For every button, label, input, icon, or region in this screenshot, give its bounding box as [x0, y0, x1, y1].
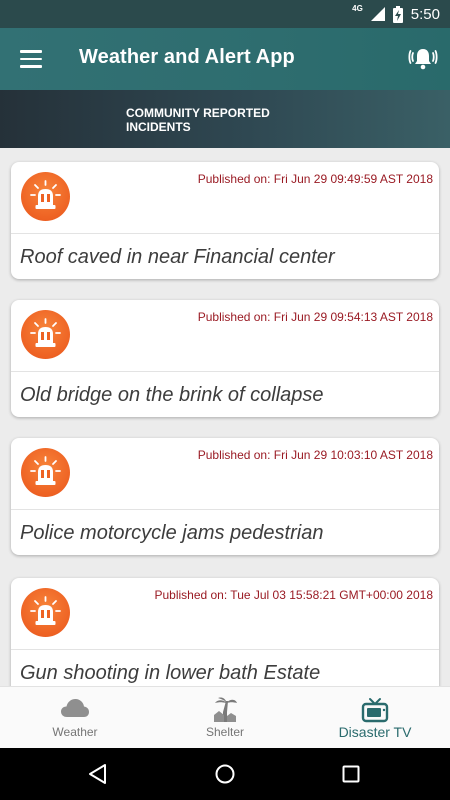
- menu-icon[interactable]: [20, 50, 42, 68]
- incident-card[interactable]: Published on: Fri Jun 29 10:03:10 AST 20…: [11, 438, 439, 555]
- incident-title: Gun shooting in lower bath Estate: [20, 662, 321, 684]
- nav-label: Weather: [52, 725, 98, 739]
- divider: [11, 649, 439, 650]
- home-icon[interactable]: [213, 762, 237, 786]
- divider: [11, 233, 439, 234]
- system-navigation-bar: [0, 748, 450, 800]
- nav-label: Disaster TV: [338, 724, 412, 740]
- nav-item-disaster-tv[interactable]: Disaster TV: [300, 687, 450, 749]
- published-date: Published on: Fri Jun 29 09:54:13 AST 20…: [197, 310, 433, 324]
- app-title: Weather and Alert App: [79, 46, 295, 68]
- incident-card[interactable]: Published on: Tue Jul 03 15:58:21 GMT+00…: [11, 578, 439, 686]
- published-date: Published on: Fri Jun 29 09:49:59 AST 20…: [197, 172, 433, 186]
- incident-card[interactable]: Published on: Fri Jun 29 09:49:59 AST 20…: [11, 162, 439, 279]
- tv-icon: [361, 698, 389, 723]
- shelter-icon: [214, 697, 237, 722]
- status-bar: 4G 5:50: [0, 0, 450, 28]
- siren-icon: [21, 310, 70, 359]
- published-date: Published on: Tue Jul 03 15:58:21 GMT+00…: [154, 588, 433, 602]
- siren-icon: [21, 172, 70, 221]
- incident-list[interactable]: Published on: Fri Jun 29 09:49:59 AST 20…: [0, 148, 450, 686]
- incident-card[interactable]: Published on: Fri Jun 29 09:54:13 AST 20…: [11, 300, 439, 417]
- nav-item-shelter[interactable]: Shelter: [150, 687, 300, 749]
- incident-title: Police motorcycle jams pedestrian: [20, 522, 324, 544]
- incident-title: Old bridge on the brink of collapse: [20, 384, 324, 406]
- nav-label: Shelter: [205, 725, 245, 739]
- divider: [11, 371, 439, 372]
- cloud-icon: [61, 699, 89, 717]
- battery-icon: [392, 5, 403, 23]
- siren-icon: [21, 448, 70, 497]
- signal-icon: [370, 7, 385, 21]
- incident-title: Roof caved in near Financial center: [20, 246, 335, 268]
- recents-icon[interactable]: [339, 762, 363, 786]
- clock: 5:50: [410, 5, 440, 23]
- back-icon[interactable]: [86, 762, 110, 786]
- section-header: COMMUNITY REPORTED INCIDENTS: [0, 90, 450, 148]
- network-type: 4G: [352, 3, 363, 13]
- section-title: COMMUNITY REPORTED INCIDENTS: [126, 106, 270, 134]
- nav-item-weather[interactable]: Weather: [0, 687, 150, 749]
- siren-icon: [21, 588, 70, 637]
- app-bar: Weather and Alert App: [0, 28, 450, 90]
- alert-bell-icon[interactable]: [408, 44, 438, 74]
- divider: [11, 509, 439, 510]
- bottom-navigation: Weather Shelter Disaster TV: [0, 686, 450, 748]
- published-date: Published on: Fri Jun 29 10:03:10 AST 20…: [197, 448, 433, 462]
- status-indicators: 4G 5:50: [352, 0, 440, 28]
